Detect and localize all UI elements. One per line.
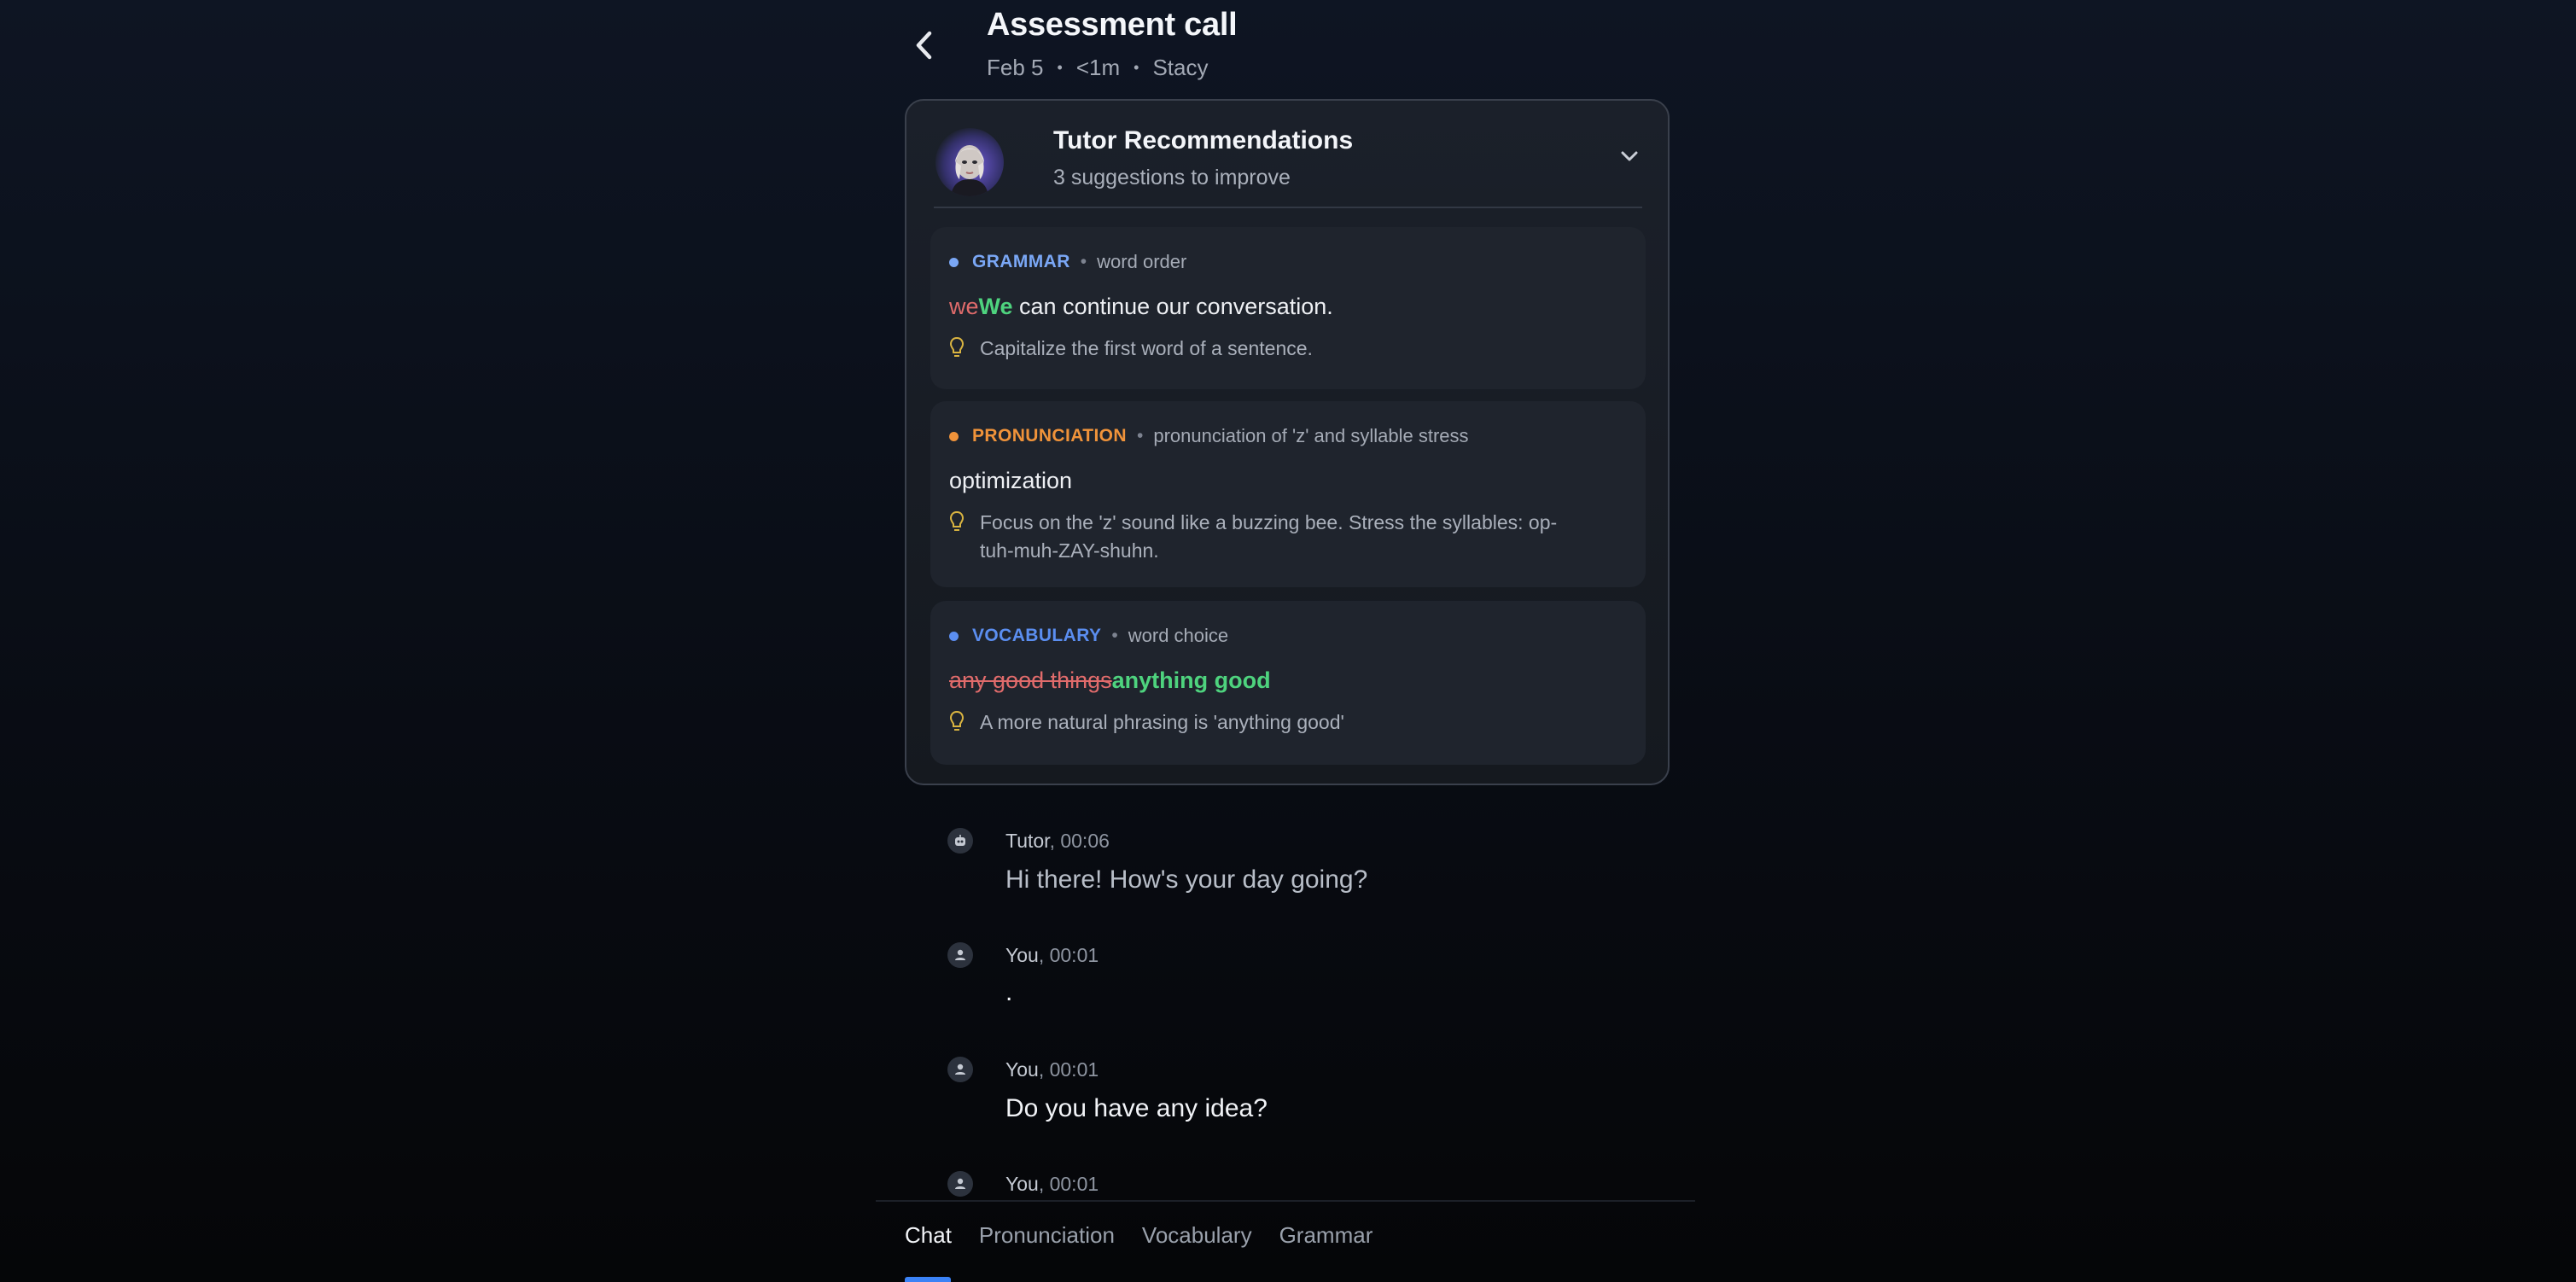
tip-text: A more natural phrasing is 'anything goo… (980, 711, 1344, 733)
chat-message: You, 00:01 (905, 1169, 1656, 1200)
tab-grammar[interactable]: Grammar (1279, 1222, 1373, 1249)
category-dot (949, 431, 959, 441)
category-label: GRAMMAR (972, 252, 1070, 271)
category-dot (949, 257, 959, 267)
category-dot (949, 631, 959, 641)
message-sender: You (1005, 1173, 1039, 1195)
message-sender: You (1005, 944, 1039, 966)
message-text: Hi there! How's your day going? (1005, 865, 1368, 894)
robot-icon (947, 828, 973, 854)
tab-bar: Chat Pronunciation Vocabulary Grammar (905, 1222, 1373, 1249)
tip: Focus on the 'z' sound like a buzzing be… (949, 509, 1623, 565)
card-divider (934, 207, 1642, 208)
category-label: VOCABULARY (972, 626, 1102, 645)
message-time: , 00:06 (1049, 830, 1110, 852)
corrected-text: anything good (1111, 667, 1271, 693)
call-date: Feb 5 (987, 55, 1044, 80)
message-meta: You, 00:01 (1005, 1173, 1099, 1196)
topic-label: word order (1097, 251, 1187, 272)
tutor-recommendations-card: Tutor Recommendations 3 suggestions to i… (905, 99, 1670, 785)
message-time: , 00:01 (1038, 944, 1099, 966)
corrected-text: We (978, 294, 1013, 319)
recommendation-pronunciation: PRONUNCIATION • pronunciation of 'z' and… (930, 401, 1646, 587)
recommendations-header[interactable]: Tutor Recommendations 3 suggestions to i… (906, 101, 1668, 208)
back-button[interactable] (905, 22, 942, 68)
message-text: . (1005, 978, 1013, 1006)
incorrect-text: any good things (949, 667, 1112, 693)
message-sender: You (1005, 1058, 1039, 1081)
recommendation-grammar: GRAMMAR • word order weWe can continue o… (930, 227, 1646, 389)
chat-message: Tutor, 00:06 Hi there! How's your day go… (905, 826, 1656, 920)
chat-message: You, 00:01 Do you have any idea? (905, 1055, 1656, 1149)
pronunciation-word: optimization (949, 468, 1073, 493)
chevron-down-icon[interactable] (1617, 143, 1642, 169)
correction-text: weWe can continue our conversation. (949, 294, 1333, 320)
topic-separator: • (1136, 426, 1144, 446)
lightbulb-icon (949, 710, 965, 731)
incorrect-text: we (949, 294, 979, 319)
chevron-left-icon (916, 31, 932, 60)
tip-text: Capitalize the first word of a sentence. (980, 337, 1313, 359)
lightbulb-icon (949, 510, 965, 531)
topic-separator: • (1080, 252, 1087, 271)
user-icon (947, 942, 973, 968)
message-sender: Tutor (1005, 830, 1050, 852)
call-duration: <1m (1075, 55, 1121, 80)
tab-pronunciation[interactable]: Pronunciation (979, 1222, 1115, 1249)
message-meta: You, 00:01 (1005, 944, 1099, 967)
topic-separator: • (1111, 626, 1118, 645)
correction-text: any good thingsanything good (949, 667, 1271, 694)
user-icon (947, 1057, 973, 1082)
lightbulb-icon (949, 336, 965, 357)
message-time: , 00:01 (1038, 1058, 1099, 1081)
rec-tag: VOCABULARY • word choice (949, 625, 1228, 647)
call-meta: Feb 5 • <1m • Stacy (987, 55, 1208, 81)
tab-vocabulary[interactable]: Vocabulary (1142, 1222, 1252, 1249)
page-title: Assessment call (987, 7, 1238, 43)
tip: A more natural phrasing is 'anything goo… (949, 708, 1623, 737)
recommendations-title: Tutor Recommendations (1053, 126, 1354, 154)
recommendation-vocabulary: VOCABULARY • word choice any good things… (930, 601, 1646, 765)
message-meta: You, 00:01 (1005, 1058, 1099, 1081)
message-meta: Tutor, 00:06 (1005, 830, 1110, 853)
sentence-rest: can continue our conversation. (1012, 294, 1333, 319)
message-time: , 00:01 (1038, 1173, 1099, 1195)
tip-line: Focus on the 'z' sound like a buzzing be… (980, 511, 1558, 533)
recommendations-subtitle: 3 suggestions to improve (1053, 166, 1291, 189)
tip-line: tuh-muh-ZAY-shuhn. (980, 539, 1159, 562)
topic-label: word choice (1128, 625, 1229, 646)
tip: Capitalize the first word of a sentence. (949, 335, 1623, 363)
user-icon (947, 1171, 973, 1197)
chat-message: You, 00:01 . (905, 941, 1656, 1034)
tab-bar-divider (876, 1200, 1695, 1202)
rec-tag: GRAMMAR • word order (949, 251, 1186, 273)
message-text: Do you have any idea? (1005, 1094, 1268, 1122)
tip-text: Focus on the 'z' sound like a buzzing be… (980, 509, 1557, 565)
call-detail-page: Assessment call Feb 5 • <1m • Stacy Tuto… (876, 0, 1695, 1282)
tutor-avatar (935, 128, 1004, 196)
topic-label: pronunciation of 'z' and syllable stress (1153, 425, 1469, 446)
tab-chat[interactable]: Chat (905, 1222, 952, 1249)
active-tab-indicator (905, 1277, 951, 1282)
meta-separator: • (1057, 59, 1063, 76)
meta-separator: • (1134, 59, 1139, 76)
rec-tag: PRONUNCIATION • pronunciation of 'z' and… (949, 425, 1469, 447)
category-label: PRONUNCIATION (972, 426, 1127, 446)
tutor-name: Stacy (1152, 55, 1209, 80)
